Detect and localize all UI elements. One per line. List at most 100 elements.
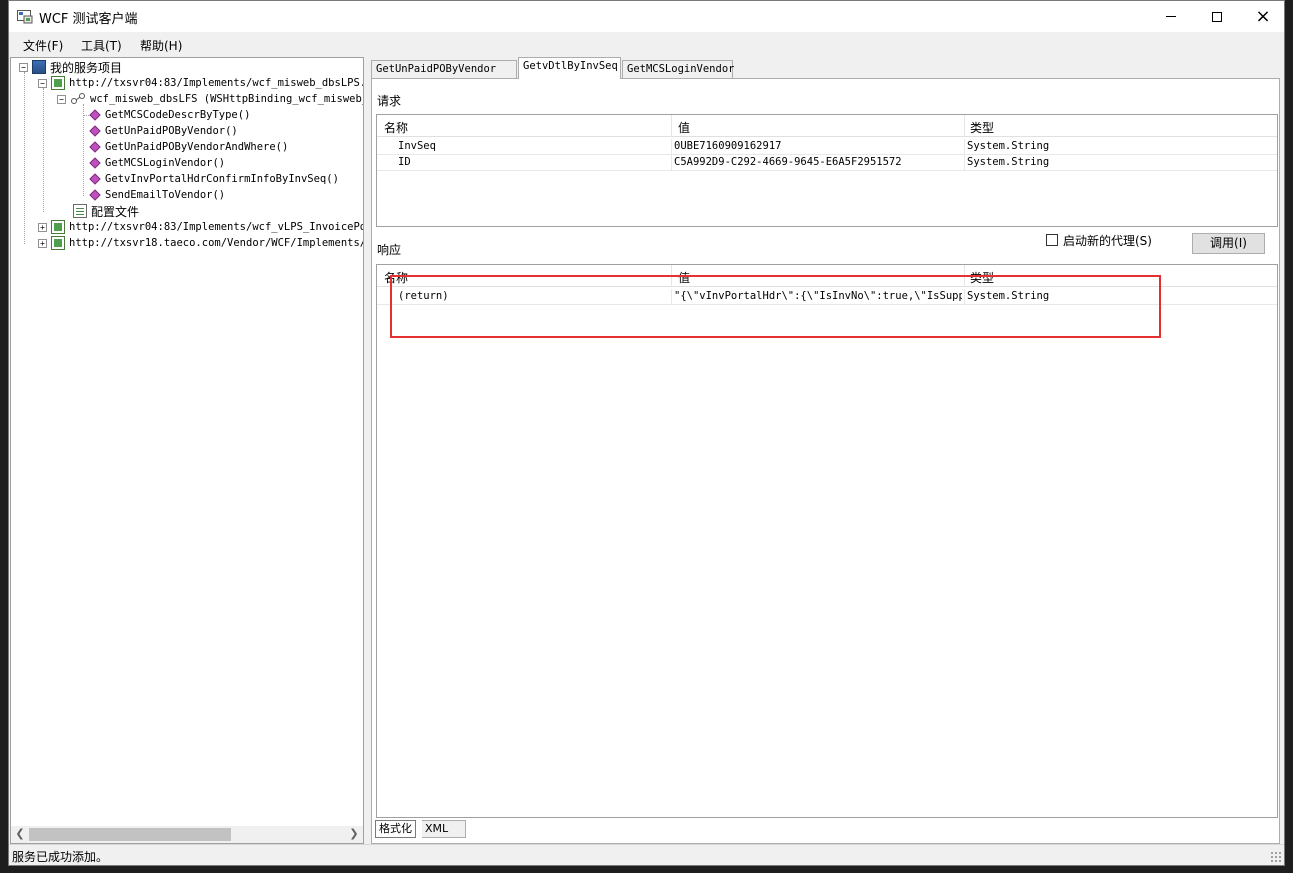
tree-binding-1-label: wcf_misweb_dbsLFS (WSHttpBinding_wcf_mis… xyxy=(90,93,363,105)
service-icon xyxy=(51,76,65,90)
column-divider[interactable] xyxy=(671,115,672,137)
collapse-icon[interactable]: − xyxy=(38,78,47,88)
status-text: 服务已成功添加。 xyxy=(12,850,109,864)
table-row[interactable]: (return) "{\"vInvPortalHdr\":{\"IsInvNo\… xyxy=(377,289,1277,305)
tree-guide-line xyxy=(24,72,25,244)
table-row[interactable]: ID C5A992D9-C292-4669-9645-E6A5F2951572 … xyxy=(377,155,1277,171)
cell-divider xyxy=(964,289,965,305)
resize-grip-icon[interactable] xyxy=(1270,851,1282,863)
tree-service-3-label: http://txsvr18.taeco.com/Vendor/WCF/Impl… xyxy=(69,237,364,249)
tab-xml[interactable]: XML xyxy=(422,820,466,838)
tree-method-label: GetUnPaidPOByVendor() xyxy=(105,125,238,137)
expand-icon[interactable]: + xyxy=(38,222,47,232)
header-name: 名称 xyxy=(384,121,409,135)
expand-icon[interactable]: + xyxy=(38,238,47,248)
service-tree[interactable]: − 我的服务项目 − http://txsvr04:83/Implements/… xyxy=(10,57,364,844)
collapse-icon[interactable]: − xyxy=(19,62,28,72)
title-bar: WCF 测试客户端 × xyxy=(9,1,1284,32)
param-name: InvSeq xyxy=(398,140,436,152)
tree-service-2-label: http://txsvr04:83/Implements/wcf_vLPS_In… xyxy=(69,221,363,233)
tree-method-label: GetUnPaidPOByVendorAndWhere() xyxy=(105,141,289,153)
tree-method[interactable]: SendEmailToVendor() xyxy=(87,187,225,203)
header-value: 值 xyxy=(678,271,691,285)
operation-icon xyxy=(89,109,101,121)
tree-binding-1[interactable]: − wcf_misweb_dbsLFS (WSHttpBinding_wcf_m… xyxy=(57,91,363,107)
request-label: 请求 xyxy=(377,94,402,108)
config-file-icon xyxy=(73,204,87,218)
cell-divider xyxy=(671,289,672,305)
request-grid[interactable]: 名称 值 类型 InvSeq 0UBE7160909162917 System.… xyxy=(376,114,1278,227)
operation-icon xyxy=(89,157,101,169)
window-title: WCF 测试客户端 xyxy=(39,12,138,27)
param-value[interactable]: 0UBE7160909162917 xyxy=(674,140,962,152)
background-bottom-edge xyxy=(0,866,1293,873)
operation-icon xyxy=(89,141,101,153)
tab-get-unpaid-po-by-vendor[interactable]: GetUnPaidPOByVendor (1) xyxy=(371,60,517,91)
tab-get-mcs-login-vendor[interactable]: GetMCSLoginVendor xyxy=(622,60,734,78)
service-icon xyxy=(51,220,65,234)
tree-method[interactable]: GetUnPaidPOByVendorAndWhere() xyxy=(87,139,288,155)
scrollbar-thumb[interactable] xyxy=(29,828,231,841)
column-divider[interactable] xyxy=(671,265,672,287)
start-new-proxy-checkbox[interactable] xyxy=(1046,234,1058,246)
response-label: 响应 xyxy=(377,243,402,257)
cell-divider xyxy=(964,155,965,171)
invoke-button[interactable]: 调用(I) xyxy=(1192,233,1265,254)
tree-method-label: GetMCSLoginVendor() xyxy=(105,157,226,169)
background-left-edge xyxy=(0,0,8,873)
param-name: ID xyxy=(398,156,411,168)
tree-guide-line xyxy=(83,104,84,196)
tree-service-2[interactable]: + http://txsvr04:83/Implements/wcf_vLPS_… xyxy=(38,219,363,235)
project-icon xyxy=(32,60,46,74)
return-value[interactable]: "{\"vInvPortalHdr\":{\"IsInvNo\":true,\"… xyxy=(674,290,962,302)
request-grid-header: 名称 值 类型 xyxy=(377,115,1277,137)
maximize-icon xyxy=(1212,11,1222,22)
response-grid-header: 名称 值 类型 xyxy=(377,265,1277,287)
tree-config[interactable]: 配置文件 xyxy=(73,203,139,219)
header-type: 类型 xyxy=(970,121,995,135)
tree-method-label: GetMCSCodeDescrByType() xyxy=(105,109,251,121)
tab-get-v-dtl-by-inv-seq[interactable]: GetvDtlByInvSeq xyxy=(518,57,621,79)
param-type: System.String xyxy=(967,156,1050,168)
operation-panel: 请求 名称 值 类型 InvSeq 0UBE7160909162917 Syst… xyxy=(371,78,1280,844)
tree-method-label: SendEmailToVendor() xyxy=(105,189,226,201)
tree-config-label: 配置文件 xyxy=(91,204,140,219)
tab-formatted[interactable]: 格式化 xyxy=(375,820,416,838)
tree-root-label: 我的服务项目 xyxy=(50,60,123,75)
header-name: 名称 xyxy=(384,271,409,285)
column-divider[interactable] xyxy=(964,265,965,287)
scroll-left-icon[interactable]: ❮ xyxy=(12,827,28,842)
right-edge-strip xyxy=(1281,78,1284,844)
maximize-button[interactable] xyxy=(1194,1,1240,32)
pane-splitter[interactable] xyxy=(365,57,370,844)
collapse-icon[interactable]: − xyxy=(57,94,66,104)
menu-file[interactable]: 文件(F) xyxy=(23,37,63,54)
response-grid[interactable]: 名称 值 类型 (return) "{\"vInvPortalHdr\":{\"… xyxy=(376,264,1278,818)
tree-horizontal-scrollbar[interactable]: ❮ ❯ xyxy=(11,826,363,843)
tree-method[interactable]: GetMCSLoginVendor() xyxy=(87,155,225,171)
param-value[interactable]: C5A992D9-C292-4669-9645-E6A5F2951572 xyxy=(674,156,962,168)
operation-icon xyxy=(89,125,101,137)
tree-method[interactable]: GetvInvPortalHdrConfirmInfoByInvSeq() xyxy=(87,171,339,187)
tree-guide-line xyxy=(43,88,44,212)
header-type: 类型 xyxy=(970,271,995,285)
background-right-edge xyxy=(1285,0,1293,873)
header-value: 值 xyxy=(678,121,691,135)
tree-service-3[interactable]: + http://txsvr18.taeco.com/Vendor/WCF/Im… xyxy=(38,235,364,251)
tree-root[interactable]: − 我的服务项目 xyxy=(19,59,122,75)
column-divider[interactable] xyxy=(964,115,965,137)
return-type: System.String xyxy=(967,290,1050,302)
menu-tools[interactable]: 工具(T) xyxy=(81,37,122,54)
tree-method[interactable]: GetMCSCodeDescrByType() xyxy=(83,107,251,123)
scroll-right-icon[interactable]: ❯ xyxy=(346,827,362,842)
menu-help[interactable]: 帮助(H) xyxy=(140,37,182,54)
minimize-button[interactable] xyxy=(1148,1,1194,32)
tree-method[interactable]: GetUnPaidPOByVendor() xyxy=(87,123,238,139)
start-new-proxy-label[interactable]: 启动新的代理(S) xyxy=(1063,232,1152,249)
wcf-test-client-window: WCF 测试客户端 × 文件(F) 工具(T) 帮助(H) − 我的服务项目 −… xyxy=(8,0,1285,866)
close-button[interactable]: × xyxy=(1240,1,1286,32)
cell-divider xyxy=(671,139,672,155)
tree-service-1[interactable]: − http://txsvr04:83/Implements/wcf_miswe… xyxy=(38,75,363,91)
close-icon: × xyxy=(1255,6,1271,27)
table-row[interactable]: InvSeq 0UBE7160909162917 System.String xyxy=(377,139,1277,155)
